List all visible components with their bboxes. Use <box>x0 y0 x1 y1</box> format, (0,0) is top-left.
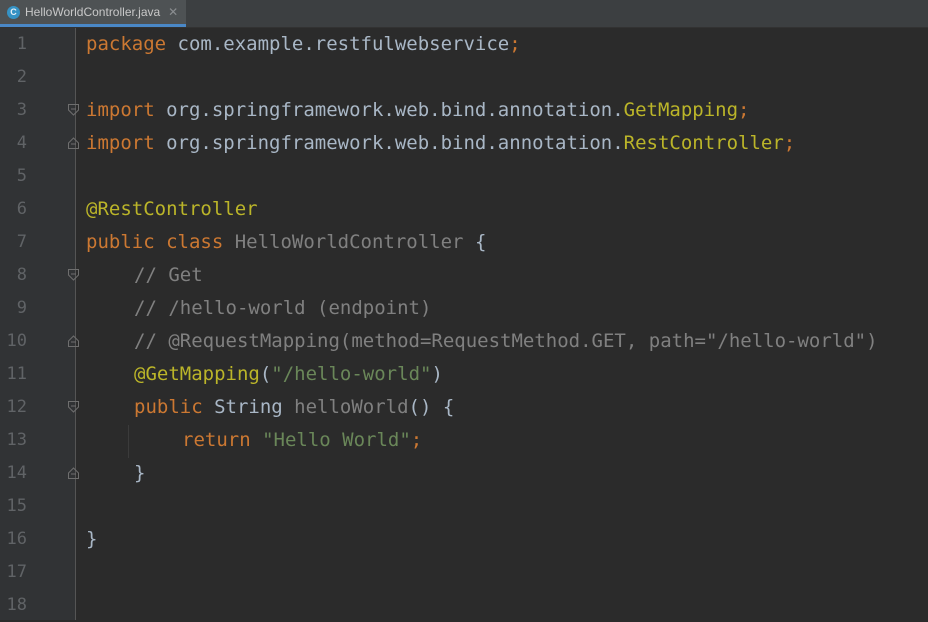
line-number: 16 <box>6 529 27 549</box>
import-package: org.springframework.web.bind.annotation. <box>154 132 624 154</box>
code-line: 9 // /hello-world (endpoint) <box>0 292 928 325</box>
code-line: 7 public class HelloWorldController { <box>0 226 928 259</box>
line-number: 9 <box>16 298 27 318</box>
editor-tab-bar: C HelloWorldController.java ✕ <box>0 0 928 28</box>
keyword: package <box>86 33 167 55</box>
code-line: 13 return "Hello World"; <box>0 424 928 457</box>
line-number: 18 <box>6 595 27 615</box>
fold-start-icon[interactable] <box>68 401 79 413</box>
fold-end-icon[interactable] <box>68 137 79 149</box>
keyword: return <box>182 429 251 451</box>
method-signature: () { <box>408 396 455 418</box>
import-class: RestController <box>623 132 784 154</box>
keyword: import <box>86 99 155 121</box>
code-editor[interactable]: 1 package com.example.restfulwebservice;… <box>0 28 928 620</box>
code-text[interactable]: // Get <box>134 259 203 292</box>
class-name: HelloWorldController <box>223 231 464 253</box>
brace: { <box>463 231 487 253</box>
keyword: public class <box>86 231 224 253</box>
line-number: 13 <box>6 430 27 450</box>
line-number: 10 <box>6 331 27 351</box>
code-text[interactable]: import org.springframework.web.bind.anno… <box>86 94 749 127</box>
code-text[interactable]: public String helloWorld() { <box>134 391 454 424</box>
code-text[interactable]: @GetMapping("/hello-world") <box>134 358 443 391</box>
line-number: 11 <box>6 364 27 384</box>
string-literal: "/hello-world" <box>271 363 432 385</box>
code-text[interactable]: public class HelloWorldController { <box>86 226 486 259</box>
paren: ) <box>431 363 443 385</box>
line-number: 1 <box>16 34 27 54</box>
code-text[interactable]: package com.example.restfulwebservice; <box>86 28 521 61</box>
brace: } <box>134 462 146 484</box>
line-number: 2 <box>16 67 27 87</box>
line-number: 12 <box>6 397 27 417</box>
close-icon[interactable]: ✕ <box>168 5 178 19</box>
code-line: 5 <box>0 160 928 193</box>
code-line: 10 // @RequestMapping(method=RequestMeth… <box>0 325 928 358</box>
line-number: 8 <box>16 265 27 285</box>
code-line: 8 // Get <box>0 259 928 292</box>
annotation: @GetMapping <box>134 363 260 385</box>
code-line: 12 public String helloWorld() { <box>0 391 928 424</box>
semicolon: ; <box>738 99 750 121</box>
code-text[interactable]: } <box>134 457 145 490</box>
keyword: public <box>134 396 203 418</box>
line-number: 5 <box>16 166 27 186</box>
code-line: 17 <box>0 556 928 589</box>
code-line: 15 <box>0 490 928 523</box>
semicolon: ; <box>410 429 423 451</box>
line-number: 6 <box>16 199 27 219</box>
code-text[interactable]: // @RequestMapping(method=RequestMethod.… <box>134 325 878 358</box>
java-class-icon: C <box>7 5 20 19</box>
line-number: 14 <box>6 463 27 483</box>
comment: // Get <box>134 264 203 286</box>
import-class: GetMapping <box>623 99 739 121</box>
fold-start-icon[interactable] <box>68 269 79 281</box>
comment: // /hello-world (endpoint) <box>134 297 432 319</box>
package-name: com.example.restfulwebservice <box>166 33 510 55</box>
fold-end-icon[interactable] <box>68 467 79 479</box>
import-package: org.springframework.web.bind.annotation. <box>154 99 624 121</box>
code-text[interactable]: return "Hello World"; <box>182 424 422 457</box>
line-number: 15 <box>6 496 27 516</box>
keyword: import <box>86 132 155 154</box>
line-number: 7 <box>16 232 27 252</box>
tab-label: HelloWorldController.java <box>25 5 161 19</box>
comment: // @RequestMapping(method=RequestMethod.… <box>134 330 878 352</box>
code-line: 14 } <box>0 457 928 490</box>
line-number: 4 <box>16 133 27 153</box>
fold-end-icon[interactable] <box>68 335 79 347</box>
code-line: 11 @GetMapping("/hello-world") <box>0 358 928 391</box>
line-number: 3 <box>16 100 27 120</box>
method-name: helloWorld <box>294 396 409 418</box>
semicolon: ; <box>509 33 521 55</box>
code-line: 18 <box>0 589 928 622</box>
code-text[interactable]: @RestController <box>86 193 258 226</box>
code-line: 4 import org.springframework.web.bind.an… <box>0 127 928 160</box>
code-text[interactable]: import org.springframework.web.bind.anno… <box>86 127 795 160</box>
annotation: @RestController <box>86 198 258 220</box>
tab-hello-world-controller[interactable]: C HelloWorldController.java ✕ <box>0 0 186 27</box>
code-text[interactable]: // /hello-world (endpoint) <box>134 292 431 325</box>
code-text[interactable]: } <box>86 523 97 556</box>
code-line: 1 package com.example.restfulwebservice; <box>0 28 928 61</box>
fold-start-icon[interactable] <box>68 104 79 116</box>
code-line: 2 <box>0 61 928 94</box>
code-line: 6 @RestController <box>0 193 928 226</box>
type-name: String <box>202 396 295 418</box>
code-line: 16 } <box>0 523 928 556</box>
string-literal: "Hello World" <box>250 429 411 451</box>
code-line: 3 import org.springframework.web.bind.an… <box>0 94 928 127</box>
paren: ( <box>259 363 272 385</box>
semicolon: ; <box>783 132 796 154</box>
line-number: 17 <box>6 562 27 582</box>
brace: } <box>86 528 98 550</box>
